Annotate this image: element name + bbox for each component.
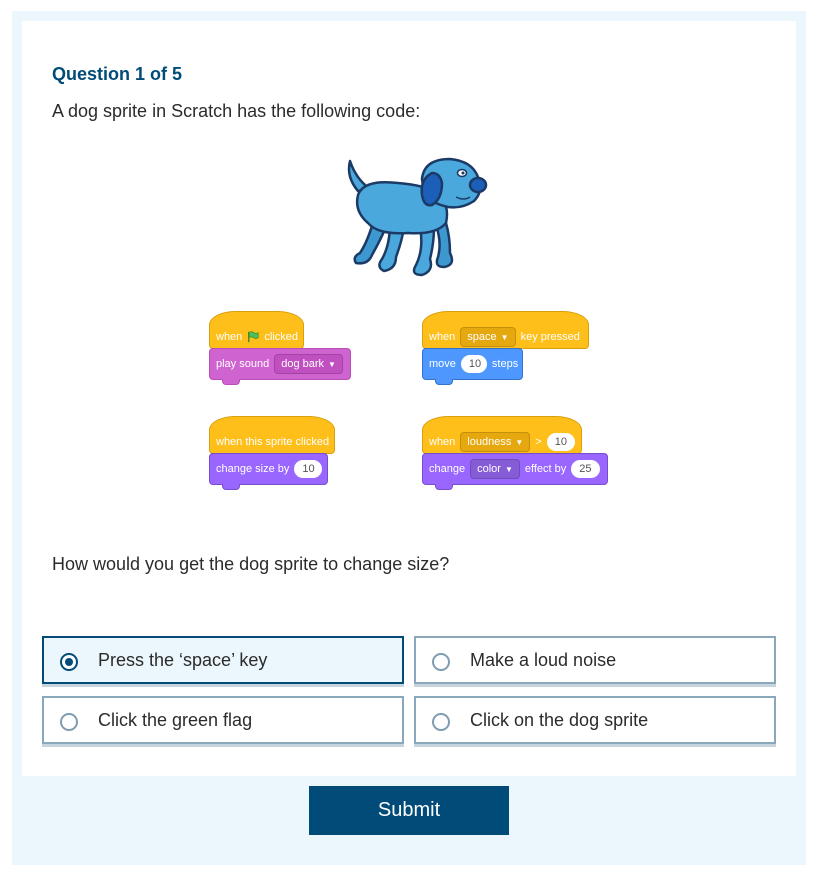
option-click-sprite[interactable]: Click on the dog sprite <box>414 696 776 744</box>
sensor-dropdown: loudness ▼ <box>460 432 531 452</box>
caret-down-icon: ▼ <box>515 438 524 447</box>
option-label: Click on the dog sprite <box>470 709 649 730</box>
size-input: 10 <box>294 460 322 478</box>
block-text: effect by <box>524 463 567 475</box>
effect-dropdown: color ▼ <box>470 459 520 479</box>
effect-name: color <box>477 463 501 475</box>
sound-dropdown: dog bark ▼ <box>274 354 343 374</box>
threshold-input: 10 <box>546 433 575 451</box>
caret-down-icon: ▼ <box>328 360 336 369</box>
radio-icon[interactable] <box>432 653 450 671</box>
question-text: A dog sprite in Scratch has the followin… <box>52 101 421 121</box>
key-name: space <box>467 331 497 343</box>
question-prompt: How would you get the dog sprite to chan… <box>52 554 450 574</box>
quiz-panel: Question 1 of 5 A dog sprite in Scratch … <box>12 11 806 865</box>
effect-input: 25 <box>571 460 600 478</box>
key-dropdown: space ▼ <box>460 327 516 347</box>
when-key-pressed-block: when space ▼ key pressed <box>422 311 589 349</box>
radio-icon[interactable] <box>60 713 78 731</box>
green-flag-icon <box>248 331 259 343</box>
block-notch <box>435 379 453 385</box>
caret-down-icon: ▼ <box>500 333 509 342</box>
change-size-block: change size by 10 <box>209 453 328 490</box>
radio-selected-icon[interactable] <box>60 653 78 671</box>
block-text: change size by <box>216 463 290 475</box>
change-effect-block: change color ▼ effect by 25 <box>422 453 608 490</box>
block-text: when this sprite clicked <box>216 436 330 448</box>
sound-name: dog bark <box>281 358 325 370</box>
block-text: change <box>429 463 466 475</box>
block-text: move <box>429 358 456 370</box>
block-text: key pressed <box>520 331 580 343</box>
greater-than: > <box>535 436 542 448</box>
question-card: Question 1 of 5 A dog sprite in Scratch … <box>22 21 796 776</box>
block-text: play sound <box>216 358 270 370</box>
sensor-name: loudness <box>467 436 512 448</box>
block-text: clicked <box>264 331 298 343</box>
move-steps-block: move 10 steps <box>422 348 523 385</box>
block-notch <box>222 484 240 490</box>
dog-sprite-image <box>347 157 488 277</box>
block-text: when <box>429 331 456 343</box>
steps-input: 10 <box>460 355 487 373</box>
radio-icon[interactable] <box>432 713 450 731</box>
block-text: steps <box>491 358 519 370</box>
when-sprite-clicked-block: when this sprite clicked <box>209 416 335 454</box>
question-counter: Question 1 of 5 <box>52 64 183 84</box>
option-green-flag[interactable]: Click the green flag <box>42 696 404 744</box>
option-label: Press the ‘space’ key <box>98 649 268 670</box>
when-flag-clicked-block: when clicked <box>209 311 304 349</box>
option-label: Make a loud noise <box>470 649 617 670</box>
block-notch <box>222 379 240 385</box>
option-label: Click the green flag <box>98 709 253 730</box>
block-text: when <box>216 331 243 343</box>
submit-button[interactable]: Submit <box>309 786 509 835</box>
play-sound-block: play sound dog bark ▼ <box>209 348 351 385</box>
block-text: when <box>429 436 456 448</box>
block-notch <box>435 484 453 490</box>
option-press-space[interactable]: Press the ‘space’ key <box>42 636 404 684</box>
when-loudness-block: when loudness ▼ > 10 <box>422 416 582 454</box>
caret-down-icon: ▼ <box>504 465 513 474</box>
option-loud-noise[interactable]: Make a loud noise <box>414 636 776 684</box>
